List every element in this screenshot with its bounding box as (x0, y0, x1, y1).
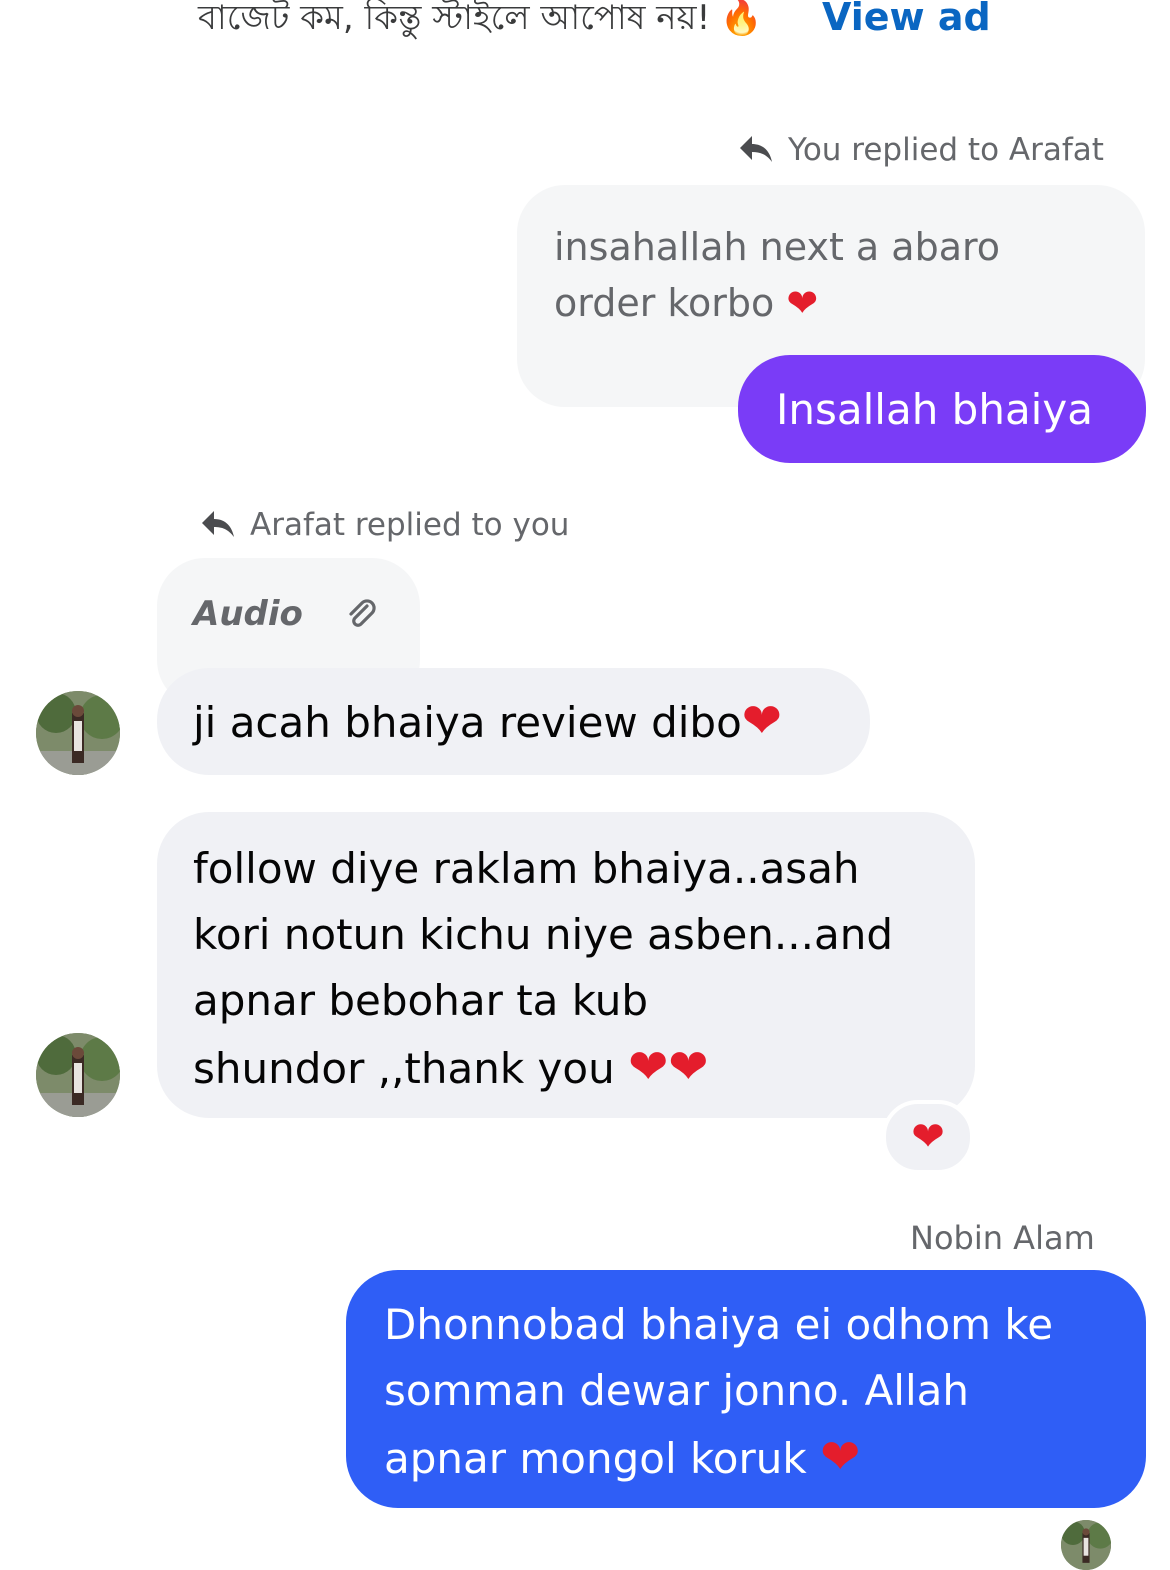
reply-header-text: You replied to Arafat (788, 132, 1104, 168)
message-text: Insallah bhaiya (776, 385, 1093, 434)
message-line: kori notun kichu niye asben...and (193, 910, 893, 959)
ad-text: বাজেট কম, কিন্তু স্টাইলে আপোষ নয়! (198, 0, 711, 38)
paperclip-icon (349, 599, 376, 627)
message-line: Dhonnobad bhaiya ei odhom ke (384, 1300, 1054, 1349)
message-line: somman dewar jonno. Allah (384, 1366, 970, 1415)
fire-emoji-icon: 🔥 (720, 0, 763, 38)
quoted-audio-label: Audio (193, 594, 303, 634)
reply-arrow-icon (202, 511, 234, 537)
heart-emoji-icon: ❤ (786, 281, 819, 325)
reply-header-incoming: Arafat replied to you (200, 505, 569, 545)
view-ad-link[interactable]: View ad (822, 0, 991, 42)
heart-emoji-icon: ❤ (741, 693, 783, 749)
seen-avatar (1061, 1520, 1111, 1570)
message-line: follow diye raklam bhaiya..asah (193, 844, 860, 893)
ad-caption: বাজেট কম, কিন্তু স্টাইলে আপোষ নয়! 🔥 (198, 0, 763, 42)
message-text: ji acah bhaiya review dibo (193, 698, 742, 747)
quoted-message-text: insahallah next a abaro order korbo ❤ (554, 225, 1001, 325)
heart-emoji-icon: ❤❤ (628, 1039, 709, 1095)
avatar-photo-icon (36, 691, 120, 775)
heart-reaction-icon: ❤ (911, 1114, 945, 1160)
reply-header-outgoing: You replied to Arafat (738, 130, 1104, 170)
outgoing-message-bubble[interactable]: Dhonnobad bhaiya ei odhom ke somman dewa… (346, 1270, 1146, 1508)
reply-arrow-icon (740, 136, 772, 162)
avatar[interactable] (36, 1033, 120, 1117)
avatar-photo-icon (1061, 1520, 1111, 1570)
message-line: shundor ,,thank you ❤❤ (193, 1039, 709, 1095)
heart-emoji-icon: ❤ (820, 1429, 861, 1485)
sender-name: Nobin Alam (910, 1219, 1095, 1257)
avatar[interactable] (36, 691, 120, 775)
avatar-photo-icon (36, 1033, 120, 1117)
reply-header-text: Arafat replied to you (250, 507, 570, 543)
message-reaction[interactable]: ❤ (882, 1100, 974, 1174)
message-line: apnar mongol koruk ❤ (384, 1429, 861, 1485)
incoming-message-bubble[interactable]: follow diye raklam bhaiya..asah kori not… (157, 812, 975, 1118)
message-line: apnar bebohar ta kub (193, 976, 649, 1025)
incoming-message-bubble[interactable]: ji acah bhaiya review dibo❤ (157, 668, 870, 775)
outgoing-message-bubble[interactable]: Insallah bhaiya (738, 355, 1146, 463)
